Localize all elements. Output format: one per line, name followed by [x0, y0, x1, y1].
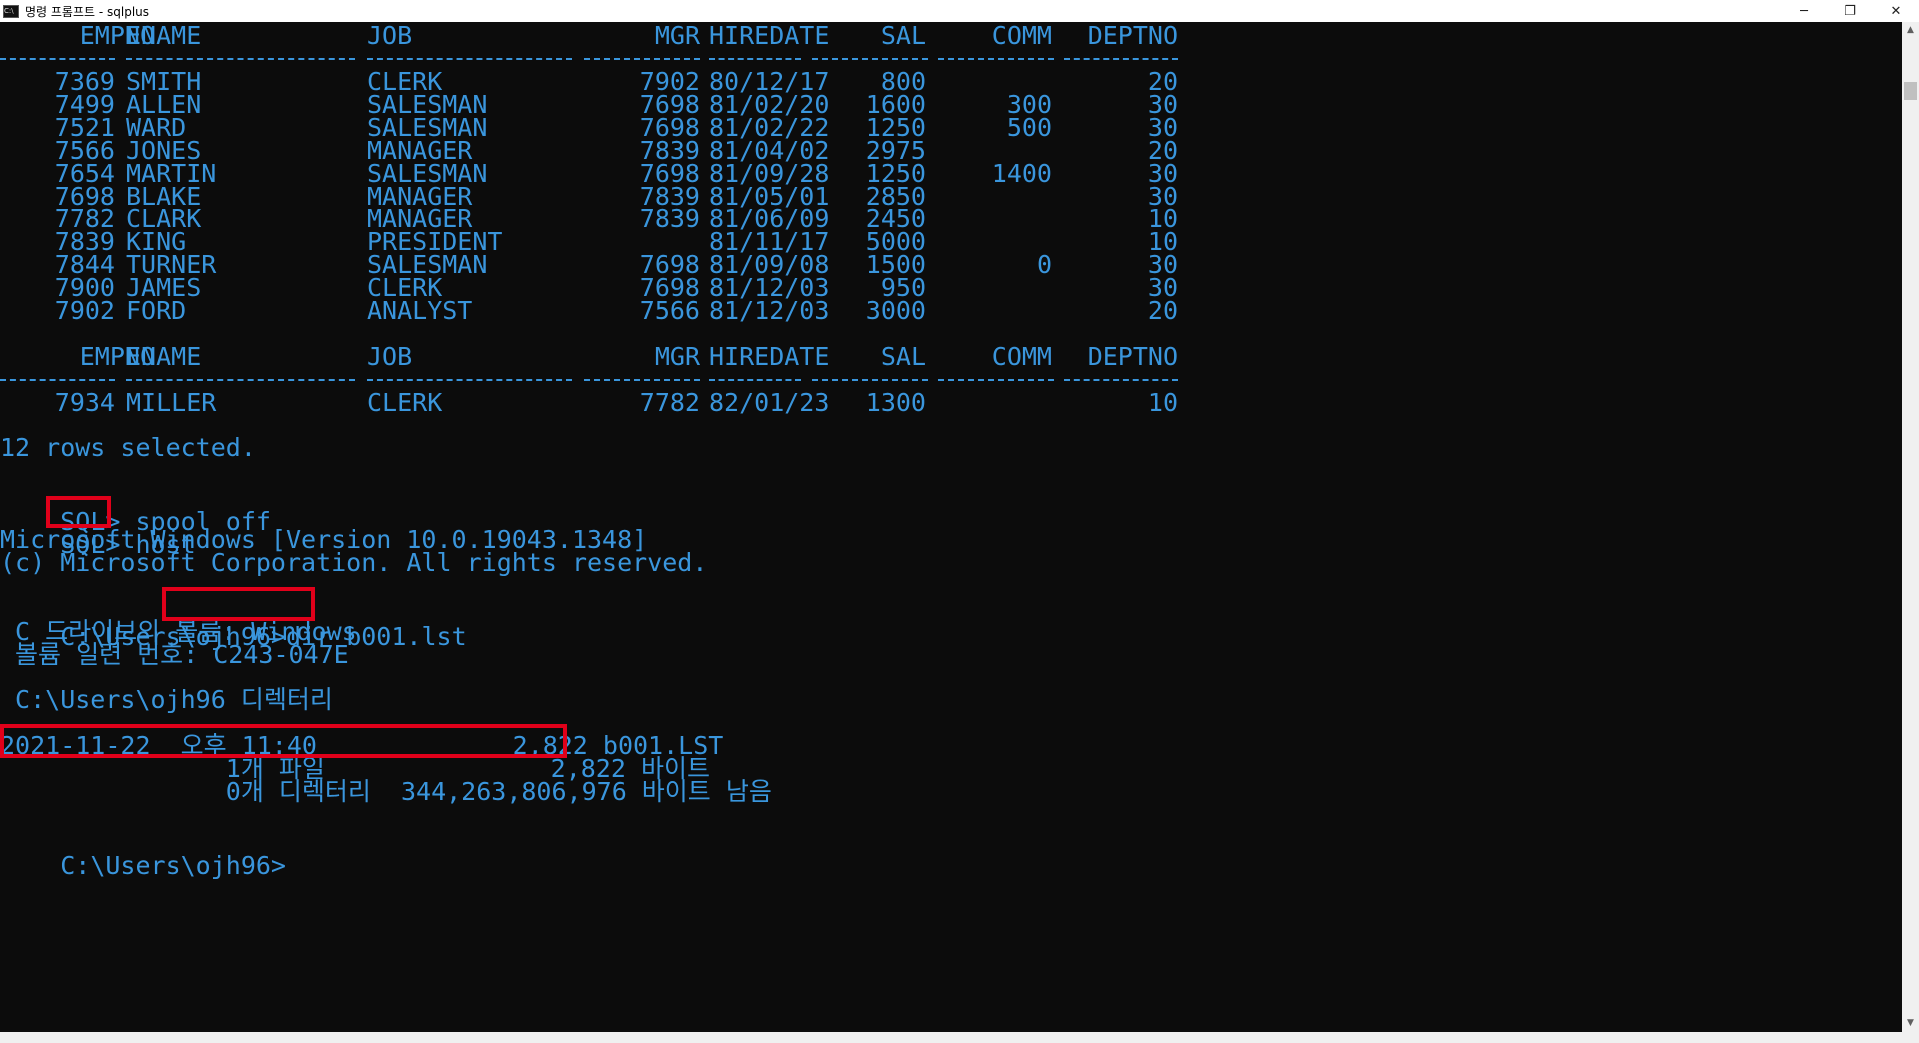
cell-mgr: 7839 [639, 204, 700, 234]
cell-deptno: 10 [1147, 388, 1178, 417]
serial-line: 볼륨 일련 번호: C243-047E [0, 640, 349, 669]
dirs-summary-line: 0개 디렉터리 344,263,806,976 바이트 남음 [0, 777, 772, 806]
cell-empno: 7934 [54, 388, 115, 417]
cell-ename: FORD [126, 296, 187, 325]
cell-sal: 1300 [865, 388, 926, 417]
rows-selected-text: 12 rows selected. [0, 433, 256, 462]
cell-comm: 500 [1006, 112, 1052, 142]
scroll-up-icon[interactable]: ▲ [1902, 22, 1919, 39]
cell-mgr: 7782 [639, 388, 700, 417]
cell-hiredate: 81/12/03 [709, 296, 830, 325]
cell-mgr: 7566 [639, 296, 700, 325]
cell-deptno: 20 [1147, 296, 1178, 325]
directory-line: C:\Users\ojh96 디렉터리 [0, 685, 333, 714]
cell-empno: 7902 [54, 296, 115, 325]
scroll-thumb[interactable] [1904, 82, 1917, 100]
cell-job: ANALYST [367, 296, 473, 325]
close-button[interactable]: ✕ [1873, 0, 1919, 22]
final-prompt-line[interactable]: C:\Users\ojh96> [0, 824, 286, 880]
title-bar: C:\ 명령 프롬프트 - sqlplus ─ ❐ ✕ [0, 0, 1919, 22]
scroll-down-icon[interactable]: ▼ [1902, 1015, 1919, 1032]
copyright-text: (c) Microsoft Corporation. All rights re… [0, 548, 708, 577]
vertical-scrollbar[interactable]: ▲ ▼ [1902, 22, 1919, 1032]
cell-job: CLERK [367, 388, 443, 417]
cell-ename: MILLER [126, 388, 217, 417]
minimize-button[interactable]: ─ [1781, 0, 1827, 22]
terminal-output[interactable]: EMPNO ENAME JOB MGR HIREDATE SAL COMM DE… [0, 22, 1902, 1032]
cell-sal: 3000 [865, 296, 926, 325]
window-bottom-border [0, 1032, 1919, 1043]
cmd-icon: C:\ [3, 4, 19, 18]
window-title: 명령 프롬프트 - sqlplus [25, 4, 150, 19]
cwd-prompt: C:\Users\ojh96> [60, 851, 286, 880]
cell-comm: 1400 [991, 158, 1052, 188]
cell-comm: 0 [1036, 250, 1052, 280]
maximize-button[interactable]: ❐ [1827, 0, 1873, 22]
cell-hiredate: 82/01/23 [709, 388, 830, 417]
